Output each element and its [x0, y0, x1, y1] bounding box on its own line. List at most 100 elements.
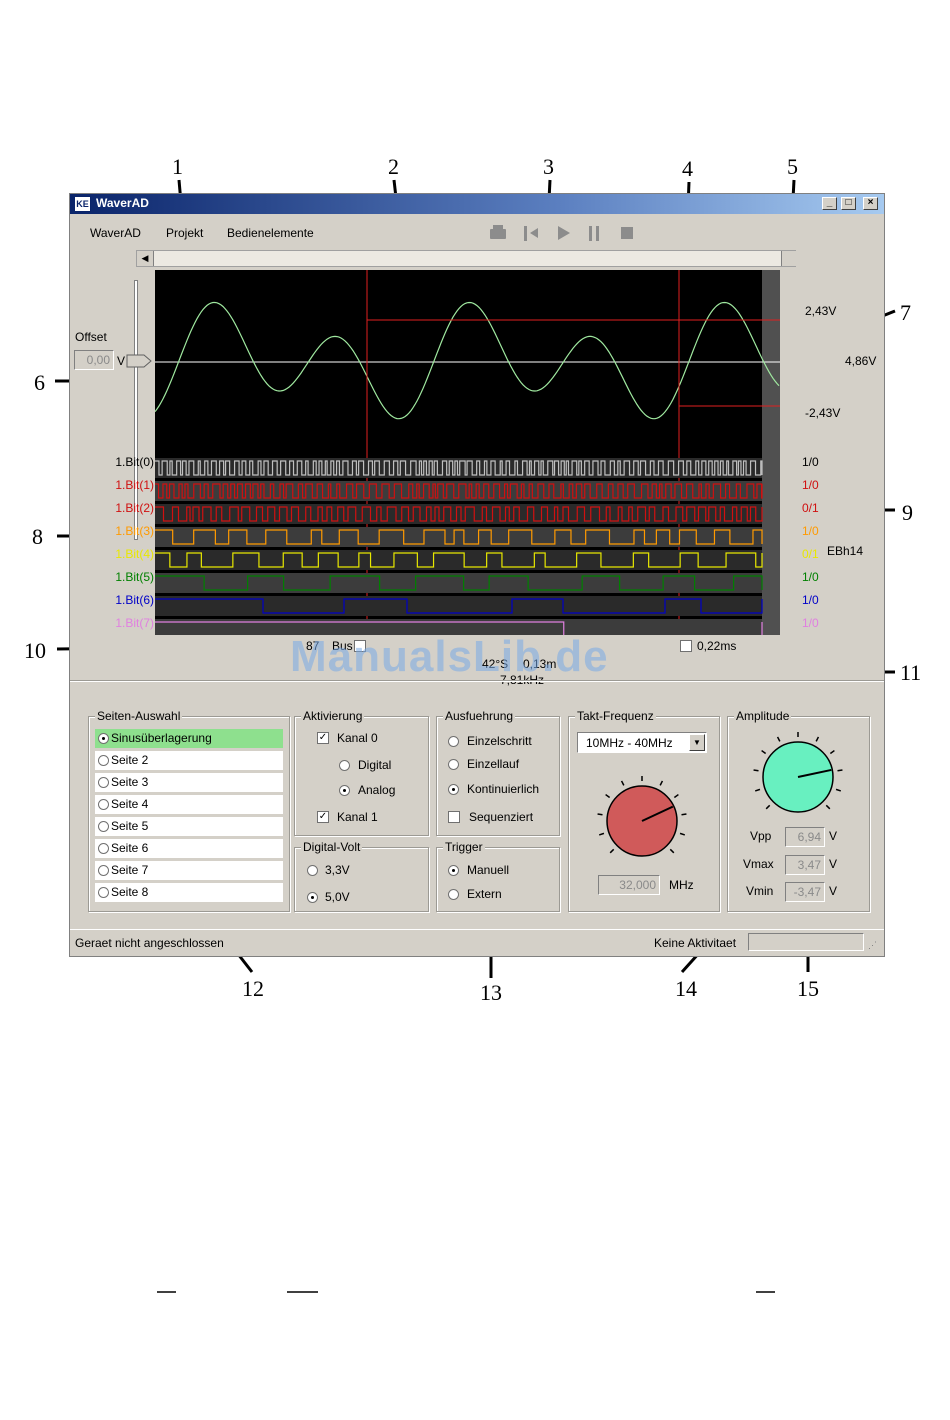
- kanal0-checkbox[interactable]: ✓: [317, 732, 329, 744]
- title-bar[interactable]: KE WaverAD _ □ ×: [70, 194, 884, 214]
- minimize-button[interactable]: _: [822, 197, 837, 210]
- oscilloscope-display[interactable]: [155, 270, 780, 635]
- vpp-value-field: 6,94: [785, 827, 825, 847]
- volt-3-3-radio[interactable]: [307, 865, 318, 876]
- execution-title: Ausfuehrung: [443, 709, 516, 723]
- knob-tick: [765, 804, 771, 810]
- menu-bedienelemente[interactable]: Bedienelemente: [227, 226, 314, 240]
- page-item[interactable]: Seite 7: [95, 861, 283, 880]
- amplitude-title: Amplitude: [734, 709, 792, 723]
- vmax-unit: V: [829, 857, 838, 871]
- sequenziert-label: Sequenziert: [469, 810, 534, 824]
- play-icon: [558, 226, 570, 240]
- bit-value: 1/0: [802, 593, 819, 607]
- einzelschritt-label: Einzelschritt: [467, 734, 532, 748]
- frequency-unit: MHz: [669, 878, 694, 892]
- einzellauf-label: Einzellauf: [467, 757, 520, 771]
- bit-trace: [155, 483, 763, 499]
- page-radio[interactable]: [98, 733, 109, 744]
- page-radio[interactable]: [98, 755, 109, 766]
- vmin-label: Vmin: [746, 884, 774, 898]
- manuell-radio[interactable]: [448, 865, 459, 876]
- frequency-range-value: 10MHz - 40MHz: [586, 736, 673, 750]
- page-item[interactable]: Seite 4: [95, 795, 283, 814]
- vmax-label: Vmax: [743, 857, 774, 871]
- offset-label: Offset: [75, 330, 107, 344]
- extern-radio[interactable]: [448, 889, 459, 900]
- sequenziert-checkbox[interactable]: [448, 811, 460, 823]
- page-item[interactable]: Seite 6: [95, 839, 283, 858]
- step-to-start-icon: [524, 226, 527, 241]
- progress-bar: [748, 933, 864, 951]
- page-item[interactable]: Seite 3: [95, 773, 283, 792]
- page-item-label: Seite 8: [111, 885, 149, 899]
- maximize-button[interactable]: □: [841, 197, 856, 210]
- vpp-unit: V: [829, 829, 838, 843]
- cursor-delta-voltage: 4,86V: [845, 354, 877, 368]
- page-item[interactable]: Sinusüberlagerung: [95, 729, 283, 748]
- digital-radio[interactable]: [339, 760, 350, 771]
- knob-tick: [605, 793, 611, 799]
- bit-value: 0/1: [802, 501, 819, 515]
- einzelschritt-radio[interactable]: [448, 736, 459, 747]
- page-item-label: Seite 4: [111, 797, 149, 811]
- amplitude-knob[interactable]: [750, 729, 846, 825]
- offset-slider-thumb[interactable]: [126, 354, 152, 368]
- time-scrollbar[interactable]: ◀: [136, 250, 796, 267]
- status-bar: Geraet nicht angeschlossen Keine Aktivit…: [70, 929, 884, 957]
- page-radio[interactable]: [98, 887, 109, 898]
- scope-scrollbar: [762, 270, 780, 635]
- amplitude-group: Amplitude Vpp 6,94 V Vmax 3,47 V Vmin -3…: [727, 709, 870, 912]
- kanal1-checkbox[interactable]: ✓: [317, 811, 329, 823]
- knob-tick: [825, 804, 831, 810]
- chevron-down-icon[interactable]: ▼: [689, 734, 705, 751]
- page-item[interactable]: Seite 2: [95, 751, 283, 770]
- page-item[interactable]: Seite 5: [95, 817, 283, 836]
- clock-frequency-group: Takt-Frequenz 10MHz - 40MHz ▼ 32,000 MHz: [568, 709, 720, 912]
- bit-value: 0/1: [802, 547, 819, 561]
- extern-label: Extern: [467, 887, 502, 901]
- digital-label: Digital: [358, 758, 392, 772]
- knob-tick: [673, 793, 679, 799]
- bit-label: 1.Bit(3): [115, 524, 154, 538]
- menu-projekt[interactable]: Projekt: [166, 226, 203, 240]
- page-radio[interactable]: [98, 799, 109, 810]
- knob-tick: [837, 769, 843, 772]
- einzellauf-radio[interactable]: [448, 759, 459, 770]
- volt-5-0-radio[interactable]: [307, 892, 318, 903]
- page-selection-title: Seiten-Auswahl: [95, 709, 183, 723]
- vmax-value-field: 3,47: [785, 855, 825, 875]
- menu-waverad[interactable]: WaverAD: [90, 226, 141, 240]
- cursor-upper-voltage: 2,43V: [805, 304, 837, 318]
- bit-label: 1.Bit(4): [115, 547, 154, 561]
- frequency-range-select[interactable]: 10MHz - 40MHz ▼: [577, 732, 707, 753]
- knob-tick: [597, 813, 603, 816]
- kontinuierlich-radio[interactable]: [448, 784, 459, 795]
- page-radio[interactable]: [98, 821, 109, 832]
- vmin-value-field: -3,47: [785, 882, 825, 902]
- page-radio[interactable]: [98, 843, 109, 854]
- execution-group: Ausfuehrung Einzelschritt Einzellauf Kon…: [436, 709, 560, 836]
- page-radio[interactable]: [98, 777, 109, 788]
- page-item[interactable]: Seite 8: [95, 883, 283, 902]
- bit-value: 1/0: [802, 570, 819, 584]
- offset-value-field[interactable]: 0,00: [74, 350, 114, 370]
- frequency-value-field[interactable]: 32,000: [598, 875, 660, 895]
- volt-5-0-label: 5,0V: [325, 890, 350, 904]
- time-cursor-checkbox[interactable]: [680, 640, 692, 652]
- page-radio[interactable]: [98, 865, 109, 876]
- scroll-left-arrow-icon[interactable]: ◀: [137, 251, 154, 266]
- knob-tick: [815, 736, 820, 742]
- analog-radio[interactable]: [339, 785, 350, 796]
- knob-tick: [681, 813, 687, 816]
- resize-grip-icon[interactable]: ⋰: [868, 940, 877, 951]
- bit-value: 1/0: [802, 478, 819, 492]
- bit-value: 1/0: [802, 616, 819, 630]
- page-item-label: Seite 2: [111, 753, 149, 767]
- scroll-thumb[interactable]: [781, 251, 796, 266]
- frequency-knob[interactable]: [594, 773, 690, 869]
- digital-volt-title: Digital-Volt: [301, 840, 363, 854]
- vmin-unit: V: [829, 884, 838, 898]
- page-item-label: Seite 3: [111, 775, 149, 789]
- close-button[interactable]: ×: [863, 197, 878, 210]
